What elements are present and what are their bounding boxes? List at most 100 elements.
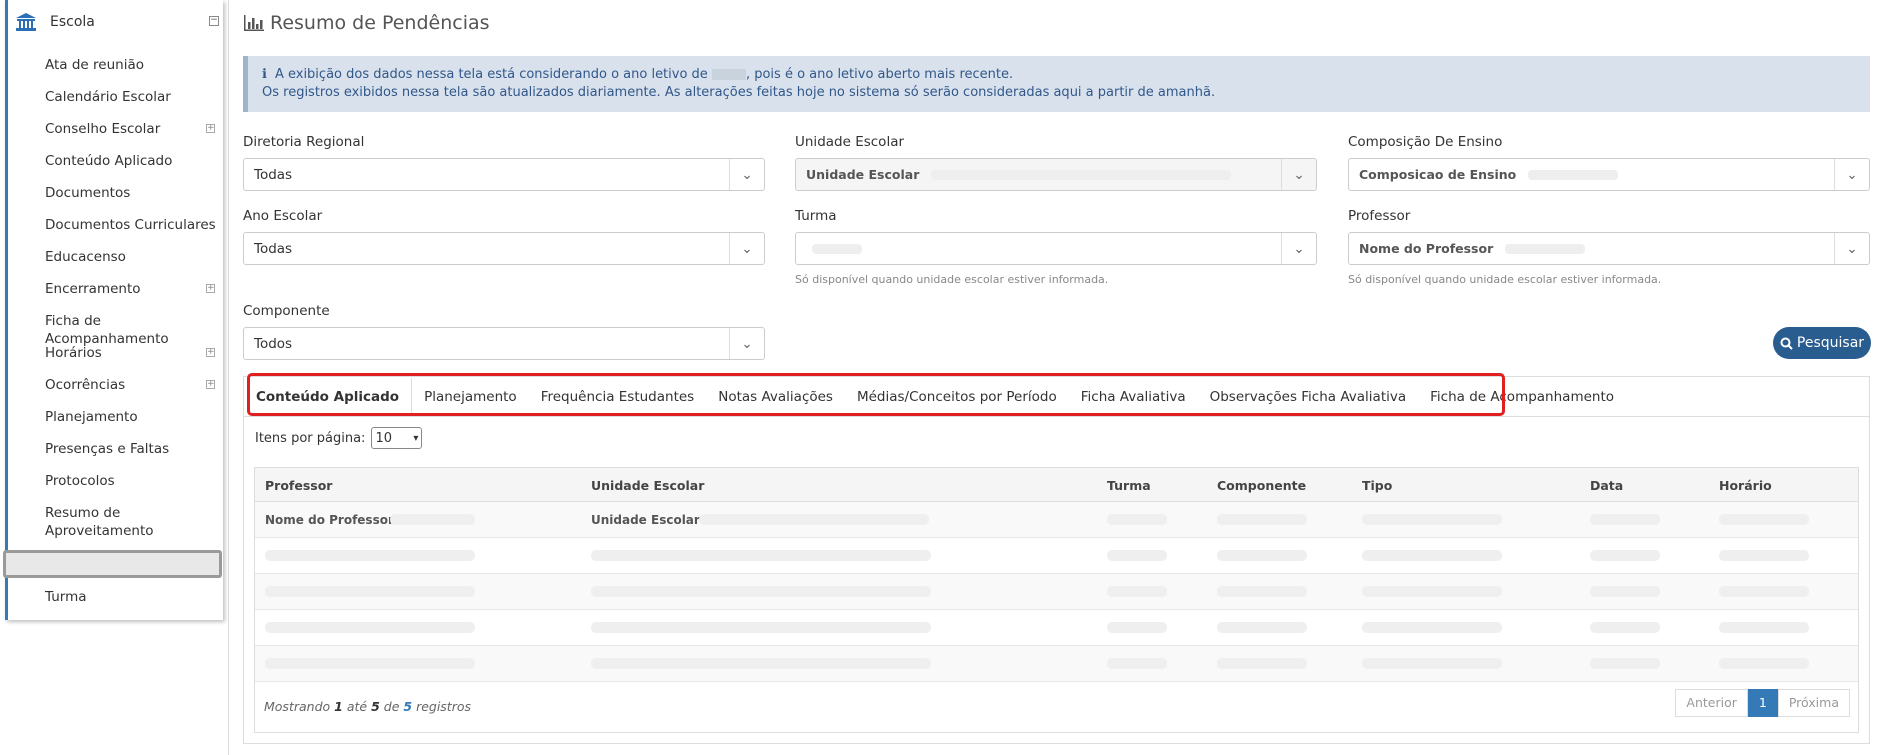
composicao-select[interactable]: Composicao de Ensino ⌄ — [1348, 158, 1870, 191]
expand-icon[interactable]: + — [206, 348, 215, 357]
turma-select[interactable]: ⌄ — [795, 232, 1317, 265]
redacted-cell — [1719, 622, 1809, 633]
redacted-text — [931, 169, 1232, 180]
redacted-cell — [1217, 514, 1307, 525]
page-title-text: Resumo de Pendências — [270, 12, 490, 34]
expand-icon[interactable]: + — [206, 124, 215, 133]
chevron-down-icon[interactable]: ⌄ — [729, 233, 764, 264]
sidebar-item[interactable]: Encerramento — [45, 280, 141, 298]
search-button-label: Pesquisar — [1796, 335, 1865, 351]
sidebar-item[interactable]: Horários — [45, 344, 102, 362]
redacted-cell — [591, 550, 931, 561]
redacted-cell — [1719, 658, 1809, 669]
sidebar-item[interactable]: Turma — [45, 588, 87, 606]
sidebar-item[interactable]: Conteúdo Aplicado — [45, 152, 172, 170]
table-row[interactable] — [255, 610, 1858, 646]
prev-page-button[interactable]: Anterior — [1675, 689, 1748, 717]
sidebar-item[interactable]: Ficha de Acompanhamento — [45, 312, 223, 348]
chevron-down-icon[interactable]: ⌄ — [1281, 159, 1316, 190]
column-header[interactable]: Componente — [1217, 478, 1306, 493]
redacted-cell — [1107, 622, 1167, 633]
redacted-cell — [1362, 622, 1502, 633]
sidebar-item[interactable]: Ocorrências — [45, 376, 125, 394]
per-page-label: Itens por página: — [255, 430, 366, 446]
redacted-year — [711, 69, 746, 80]
table-row[interactable] — [255, 574, 1858, 610]
redacted-cell — [699, 514, 929, 525]
ano-label: Ano Escolar — [243, 208, 323, 224]
table-header: Professor Unidade Escolar Turma Componente T… — [255, 468, 1858, 502]
search-button[interactable]: Pesquisar — [1773, 327, 1871, 359]
diretoria-label: Diretoria Regional — [243, 134, 365, 150]
sidebar-item[interactable]: Educacenso — [45, 248, 126, 266]
componente-select[interactable]: Todos ⌄ — [243, 327, 765, 360]
column-header[interactable]: Tipo — [1362, 478, 1392, 493]
sidebar-item[interactable]: Presenças e Faltas — [45, 440, 169, 458]
redacted-cell — [1719, 550, 1809, 561]
column-header[interactable]: Data — [1590, 478, 1623, 493]
expand-icon[interactable]: + — [206, 380, 215, 389]
per-page-value: 10 — [375, 430, 392, 446]
column-header[interactable]: Unidade Escolar — [591, 478, 704, 493]
tab-divider — [244, 416, 1869, 417]
sidebar-item[interactable]: Resumo de Aproveitamento — [45, 504, 154, 540]
sidebar-header[interactable]: Escola − — [16, 11, 221, 33]
redacted-text — [812, 243, 862, 254]
page-1-button[interactable]: 1 — [1747, 689, 1778, 717]
column-header[interactable]: Horário — [1719, 478, 1772, 493]
diretoria-select[interactable]: Todas ⌄ — [243, 158, 765, 191]
chevron-down-icon[interactable]: ⌄ — [729, 328, 764, 359]
chevron-down-icon[interactable]: ⌄ — [1834, 233, 1869, 264]
search-icon — [1780, 337, 1793, 350]
redacted-cell — [1590, 658, 1660, 669]
unidade-select[interactable]: Unidade Escolar ⌄ — [795, 158, 1317, 191]
table-row[interactable]: Nome do Professor Unidade Escolar — [255, 502, 1858, 538]
per-page-select[interactable]: 10 ▾ — [371, 427, 423, 449]
records-info: Mostrando 1 até 5 de 5 registros — [264, 699, 471, 714]
sidebar-item[interactable]: Calendário Escolar — [45, 88, 171, 106]
sidebar-item[interactable]: Documentos — [45, 184, 130, 202]
redacted-cell — [591, 586, 931, 597]
ano-select[interactable]: Todas ⌄ — [243, 232, 765, 265]
composicao-value: Composicao de Ensino — [1359, 167, 1517, 182]
sidebar-item[interactable]: Ata de reunião — [45, 56, 144, 74]
redacted-cell — [1590, 550, 1660, 561]
records-of-word: de — [383, 699, 400, 714]
table-row[interactable] — [255, 646, 1858, 682]
chevron-down-icon[interactable]: ⌄ — [1281, 233, 1316, 264]
sidebar-item[interactable]: Planejamento — [45, 408, 138, 426]
redacted-cell — [1590, 514, 1660, 525]
redacted-cell — [1107, 550, 1167, 561]
ano-value: Todas — [254, 240, 293, 257]
table-cell: Nome do Professor — [265, 513, 394, 527]
expand-icon[interactable]: + — [206, 284, 215, 293]
records-to: 5 — [371, 699, 380, 714]
redacted-cell — [1362, 586, 1502, 597]
redacted-cell — [1217, 550, 1307, 561]
sidebar-item[interactable]: Documentos Curriculares — [45, 216, 216, 234]
sidebar-active-highlight — [3, 550, 222, 578]
redacted-cell — [1107, 586, 1167, 597]
collapse-icon[interactable]: − — [209, 16, 219, 26]
records-showing: Mostrando — [264, 699, 331, 714]
next-page-button[interactable]: Próxima — [1777, 689, 1850, 717]
column-header[interactable]: Professor — [265, 478, 332, 493]
chevron-down-icon[interactable]: ⌄ — [729, 159, 764, 190]
column-header[interactable]: Turma — [1107, 478, 1151, 493]
redacted-cell — [265, 550, 475, 561]
turma-label: Turma — [795, 208, 837, 224]
chevron-down-icon[interactable]: ⌄ — [1834, 159, 1869, 190]
redacted-cell — [1217, 658, 1307, 669]
sidebar-item[interactable]: Conselho Escolar — [45, 120, 160, 138]
page-title: Resumo de Pendências — [244, 12, 490, 34]
alert-text-2: Os registros exibidos nessa tela são atu… — [262, 85, 1216, 100]
diretoria-value: Todas — [254, 166, 293, 183]
professor-select[interactable]: Nome do Professor ⌄ — [1348, 232, 1870, 265]
table-row[interactable] — [255, 538, 1858, 574]
results-panel: Conteúdo Aplicado Planejamento Frequência … — [243, 376, 1870, 744]
chevron-down-icon: ▾ — [413, 432, 419, 444]
redacted-text — [1505, 243, 1586, 254]
unidade-label: Unidade Escolar — [795, 134, 905, 150]
bar-chart-icon — [244, 15, 264, 31]
sidebar-item[interactable]: Protocolos — [45, 472, 115, 490]
